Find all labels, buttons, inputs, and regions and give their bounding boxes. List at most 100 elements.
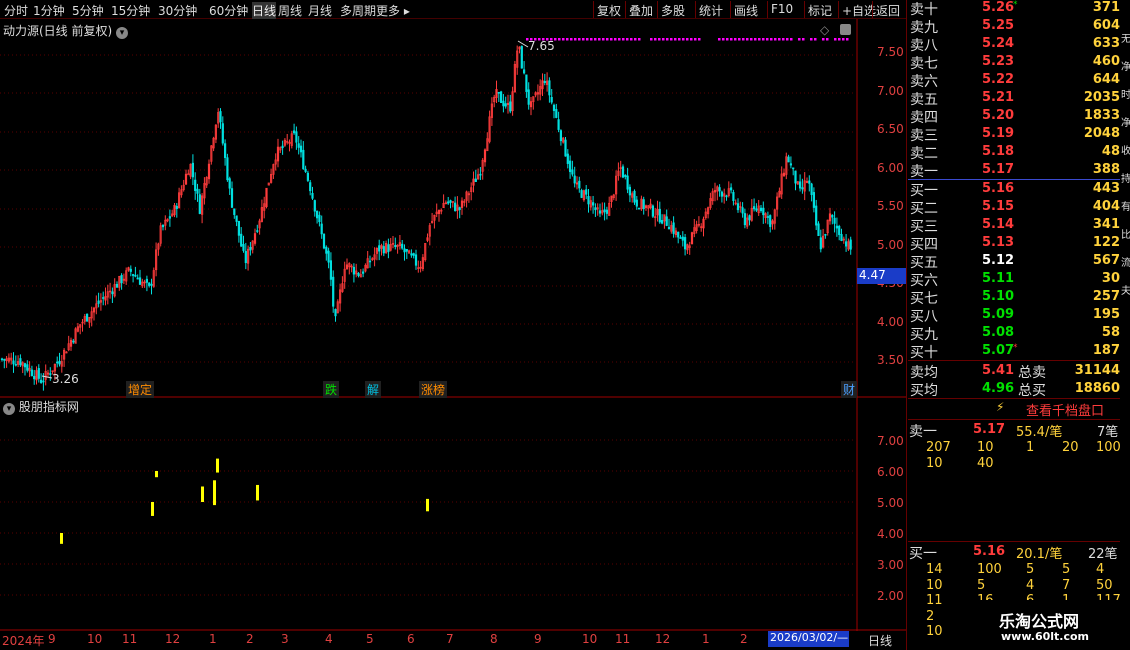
thousand-level-button[interactable]: 查看千档盘口 — [1026, 400, 1104, 419]
date-axis-label: 7 — [446, 632, 454, 646]
queue-buy-count: 22笔 — [1088, 547, 1118, 562]
period-tab-5[interactable]: 60分钟 — [209, 2, 248, 19]
toolbar-action-3[interactable]: 统计 — [699, 2, 723, 19]
candle-body — [626, 175, 629, 190]
queue-cell: 207 — [926, 440, 951, 455]
candle-body — [191, 162, 195, 178]
ask-label: 卖九 — [910, 20, 938, 36]
queue-cell: 1 — [1026, 440, 1035, 455]
candle-body — [134, 274, 137, 277]
ask-price: 5.22 — [982, 72, 1015, 87]
toolbar-action-6[interactable]: 标记 — [808, 2, 832, 19]
queue-cell: 100 — [977, 562, 1002, 577]
candle-body — [559, 130, 562, 142]
candle-body — [835, 225, 838, 229]
candle-body — [741, 207, 744, 214]
candle-body — [115, 284, 119, 288]
candle-body — [145, 278, 149, 283]
signal-dot — [774, 38, 777, 41]
ask-mark: * — [1013, 0, 1018, 10]
candle-body — [235, 215, 238, 222]
candle-body — [812, 192, 815, 208]
ask-label: 卖五 — [910, 92, 938, 108]
bid-price: 5.13 — [982, 235, 1015, 250]
candle-body — [224, 143, 227, 158]
event-tag[interactable]: 跌 — [323, 381, 340, 398]
signal-dot — [742, 38, 745, 41]
ask-volume: 460 — [1092, 54, 1120, 69]
signal-dot — [790, 38, 793, 41]
candle-body — [14, 363, 17, 366]
signal-dot — [838, 38, 841, 41]
sub-chart-title[interactable]: ▾ 股朋指标网 — [3, 398, 79, 415]
period-label[interactable]: 日线 — [868, 632, 892, 649]
candle-body — [552, 104, 556, 111]
period-tab-3[interactable]: 15分钟 — [111, 2, 150, 19]
candle-body — [412, 253, 415, 256]
candle-body — [304, 168, 307, 172]
ask-price: 5.26 — [982, 0, 1015, 15]
toolbar-action-4[interactable]: 画线 — [734, 2, 758, 19]
period-tab-8[interactable]: 月线 — [308, 2, 332, 19]
watermark-title: 乐淘公式网 — [999, 612, 1080, 631]
toolbar-action-5[interactable]: F10 — [771, 2, 793, 16]
toolbar-action-8[interactable]: 返回 — [876, 2, 900, 19]
sub-axis-label: 7.00 — [877, 434, 904, 448]
diamond-icon[interactable]: ◇ — [820, 23, 829, 37]
candle-body — [357, 272, 360, 276]
candle-body — [449, 200, 452, 203]
main-chart-title[interactable]: 动力源(日线 前复权) ▾ — [3, 22, 129, 39]
date-axis-label: 11 — [122, 632, 138, 646]
candle-body — [580, 190, 583, 198]
ask-price: 5.23 — [982, 54, 1015, 69]
period-tab-2[interactable]: 5分钟 — [72, 2, 104, 19]
signal-dot — [598, 38, 601, 41]
queue-cell: 10 — [977, 440, 994, 455]
signal-bar — [151, 502, 154, 516]
period-tab-7[interactable]: 周线 — [278, 2, 302, 19]
window-toggle-icon[interactable] — [840, 24, 851, 35]
candle-body — [509, 101, 512, 112]
signal-dot — [570, 38, 573, 41]
candle-body — [587, 195, 590, 205]
ask-label: 卖七 — [910, 56, 938, 72]
signal-dot — [626, 38, 629, 41]
candle-body — [244, 250, 247, 264]
chevron-down-icon[interactable]: ▾ — [3, 403, 15, 415]
bid-price: 5.10 — [982, 289, 1015, 304]
toolbar-action-0[interactable]: 复权 — [597, 2, 621, 19]
event-tag[interactable]: 财 — [841, 381, 858, 398]
candle-body — [667, 226, 671, 230]
candle-body — [633, 190, 636, 203]
period-tab-6[interactable]: 日线 — [252, 2, 277, 19]
candle-body — [447, 201, 450, 204]
period-tab-1[interactable]: 1分钟 — [33, 2, 65, 19]
period-tab-0[interactable]: 分时 — [4, 2, 28, 19]
candle-body — [318, 214, 321, 223]
price-axis-label: 6.00 — [877, 160, 904, 175]
candle-body — [334, 309, 337, 317]
kline-chart[interactable] — [0, 19, 906, 650]
candle-body — [573, 175, 576, 184]
bid-label: 买五 — [910, 255, 938, 271]
candle-body — [658, 208, 661, 223]
queue-sell-price: 5.17 — [973, 422, 1006, 437]
toolbar-action-2[interactable]: 多股 — [661, 2, 685, 19]
toolbar-separator — [730, 1, 731, 18]
candle-body — [132, 274, 135, 276]
toolbar-action-7[interactable]: +自选 — [842, 2, 876, 19]
candle-body — [302, 149, 305, 170]
queue-cell: 5 — [1062, 562, 1071, 577]
toolbar-action-1[interactable]: 叠加 — [629, 2, 653, 19]
candle-body — [720, 191, 723, 197]
chevron-down-icon[interactable]: ▾ — [116, 27, 129, 39]
sub-axis-label: 2.00 — [877, 589, 904, 603]
candle-body — [19, 358, 22, 366]
period-tab-10[interactable]: 更多 ▸ — [376, 2, 410, 19]
event-tag[interactable]: 涨榜 — [419, 381, 448, 398]
period-tab-9[interactable]: 多周期 — [340, 2, 376, 19]
event-tag[interactable]: 解 — [365, 381, 382, 398]
event-tag[interactable]: 增定 — [126, 381, 155, 398]
period-tab-4[interactable]: 30分钟 — [158, 2, 197, 19]
bid-volume: 30 — [1101, 271, 1120, 286]
